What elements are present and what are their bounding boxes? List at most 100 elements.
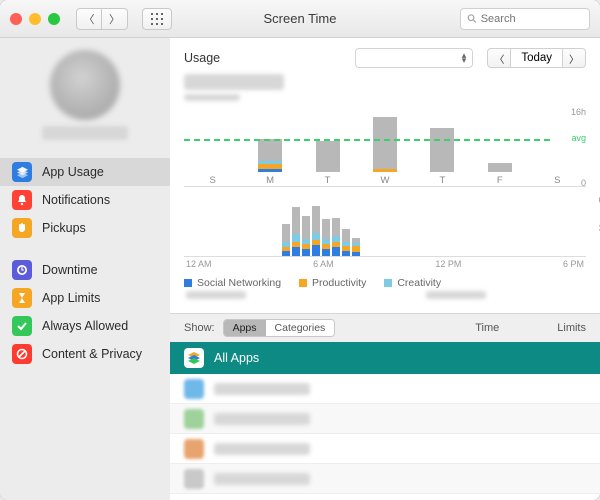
date-next-button[interactable]: 〉	[562, 48, 586, 68]
week-label: F	[497, 175, 503, 186]
sidebar-item-label: Pickups	[42, 221, 86, 235]
legend-label: Productivity	[312, 277, 366, 289]
week-bar: T	[299, 141, 356, 186]
sidebar-item-downtime[interactable]: Downtime	[0, 256, 170, 284]
sidebar-item-label: App Limits	[42, 291, 100, 305]
search-input[interactable]	[481, 13, 583, 25]
swatch-icon	[184, 279, 192, 287]
sidebar-item-label: Always Allowed	[42, 319, 128, 333]
sidebar-item-content-privacy[interactable]: Content & Privacy	[0, 340, 170, 368]
hour-bar	[292, 207, 300, 256]
app-table: Show: Apps Categories Time Limits All Ap…	[170, 313, 600, 494]
panel-header: Usage ▴▾ 〈 Today 〉	[170, 38, 600, 72]
avatar[interactable]	[50, 50, 120, 120]
sidebar-item-notifications[interactable]: Notifications	[0, 186, 170, 214]
week-bar: F	[471, 163, 528, 186]
col-time: Time	[475, 322, 499, 334]
hour-bar	[352, 238, 360, 256]
seg-categories[interactable]: Categories	[266, 320, 335, 336]
bell-icon	[12, 190, 32, 210]
week-chart: avg 16h 0 SMTWTFS	[184, 109, 586, 187]
hour-bar	[282, 224, 290, 256]
sidebar-item-pickups[interactable]: Pickups	[0, 214, 170, 242]
sidebar-item-label: App Usage	[42, 165, 104, 179]
sidebar-item-app-usage[interactable]: App Usage	[0, 158, 170, 186]
sidebar-item-label: Notifications	[42, 193, 110, 207]
sidebar-item-label: Content & Privacy	[42, 347, 142, 361]
ytick: 0	[581, 178, 586, 188]
app-icon	[184, 379, 204, 399]
date-current: Today	[511, 48, 562, 68]
search-field[interactable]	[460, 8, 590, 30]
table-row[interactable]	[170, 404, 600, 434]
sidebar-item-label: Downtime	[42, 263, 98, 277]
table-row[interactable]	[170, 434, 600, 464]
zoom-window-button[interactable]	[48, 13, 60, 25]
usage-label: Usage	[184, 51, 220, 65]
hour-bar	[312, 206, 320, 256]
table-row[interactable]	[170, 464, 600, 494]
legend: Social Networking Productivity Creativit…	[184, 269, 586, 291]
week-bar: T	[414, 128, 471, 186]
hour-bar	[302, 216, 310, 256]
layers-icon	[12, 162, 32, 182]
titlebar: 〈 〉 Screen Time	[0, 0, 600, 38]
legend-social: Social Networking	[184, 277, 281, 289]
legend-label: Creativity	[397, 277, 441, 289]
app-icon	[184, 409, 204, 429]
week-label: T	[439, 175, 445, 186]
sidebar: App Usage Notifications Pickups Downtime Ap…	[0, 38, 170, 500]
moon-icon	[12, 260, 32, 280]
app-icon	[184, 439, 204, 459]
all-apps-label: All Apps	[214, 351, 259, 365]
week-bar: M	[241, 139, 298, 186]
back-button[interactable]: 〈	[76, 8, 102, 30]
charts: avg 16h 0 SMTWTFS 60m 30m 12 AM 6 AM 12 …	[170, 101, 600, 313]
legend-creativity: Creativity	[384, 277, 441, 289]
app-list	[170, 374, 600, 494]
app-name-blurred	[214, 383, 310, 395]
period-select[interactable]: ▴▾	[355, 48, 473, 68]
hour-bar	[322, 219, 330, 256]
layers-icon	[184, 348, 204, 368]
week-label: S	[210, 175, 216, 186]
main-panel: Usage ▴▾ 〈 Today 〉 avg 16h	[170, 38, 600, 500]
col-limits: Limits	[557, 322, 586, 334]
table-header: Show: Apps Categories Time Limits	[170, 314, 600, 342]
close-window-button[interactable]	[10, 13, 22, 25]
sidebar-item-app-limits[interactable]: App Limits	[0, 284, 170, 312]
show-segmented: Apps Categories	[223, 319, 336, 337]
sidebar-item-always-allowed[interactable]: Always Allowed	[0, 312, 170, 340]
app-name-blurred	[214, 413, 310, 425]
week-bar: S	[184, 172, 241, 186]
all-apps-row[interactable]: All Apps	[170, 342, 600, 374]
nav-back-forward: 〈 〉	[76, 8, 128, 30]
app-icon	[184, 469, 204, 489]
swatch-icon	[384, 279, 392, 287]
ytick: 16h	[571, 107, 586, 117]
hour-bar	[342, 229, 350, 256]
grid-icon	[151, 13, 163, 25]
week-bar: S	[529, 172, 586, 186]
forward-button[interactable]: 〉	[102, 8, 128, 30]
xtick: 12 PM	[435, 259, 461, 269]
device-name	[170, 74, 600, 101]
traffic-lights	[10, 13, 60, 25]
hand-icon	[12, 218, 32, 238]
hour-chart: 60m 30m	[184, 197, 586, 257]
hourglass-icon	[12, 288, 32, 308]
window: 〈 〉 Screen Time App Usage Notifications Pi…	[0, 0, 600, 500]
week-label: S	[554, 175, 560, 186]
date-pager: 〈 Today 〉	[487, 48, 586, 68]
week-label: T	[325, 175, 331, 186]
app-name-blurred	[214, 473, 310, 485]
swatch-icon	[299, 279, 307, 287]
date-prev-button[interactable]: 〈	[487, 48, 511, 68]
avg-line	[184, 139, 550, 141]
seg-apps[interactable]: Apps	[224, 320, 266, 336]
minimize-window-button[interactable]	[29, 13, 41, 25]
legend-label: Social Networking	[197, 277, 281, 289]
table-row[interactable]	[170, 374, 600, 404]
xtick: 6 AM	[313, 259, 334, 269]
grid-button[interactable]	[142, 8, 172, 30]
